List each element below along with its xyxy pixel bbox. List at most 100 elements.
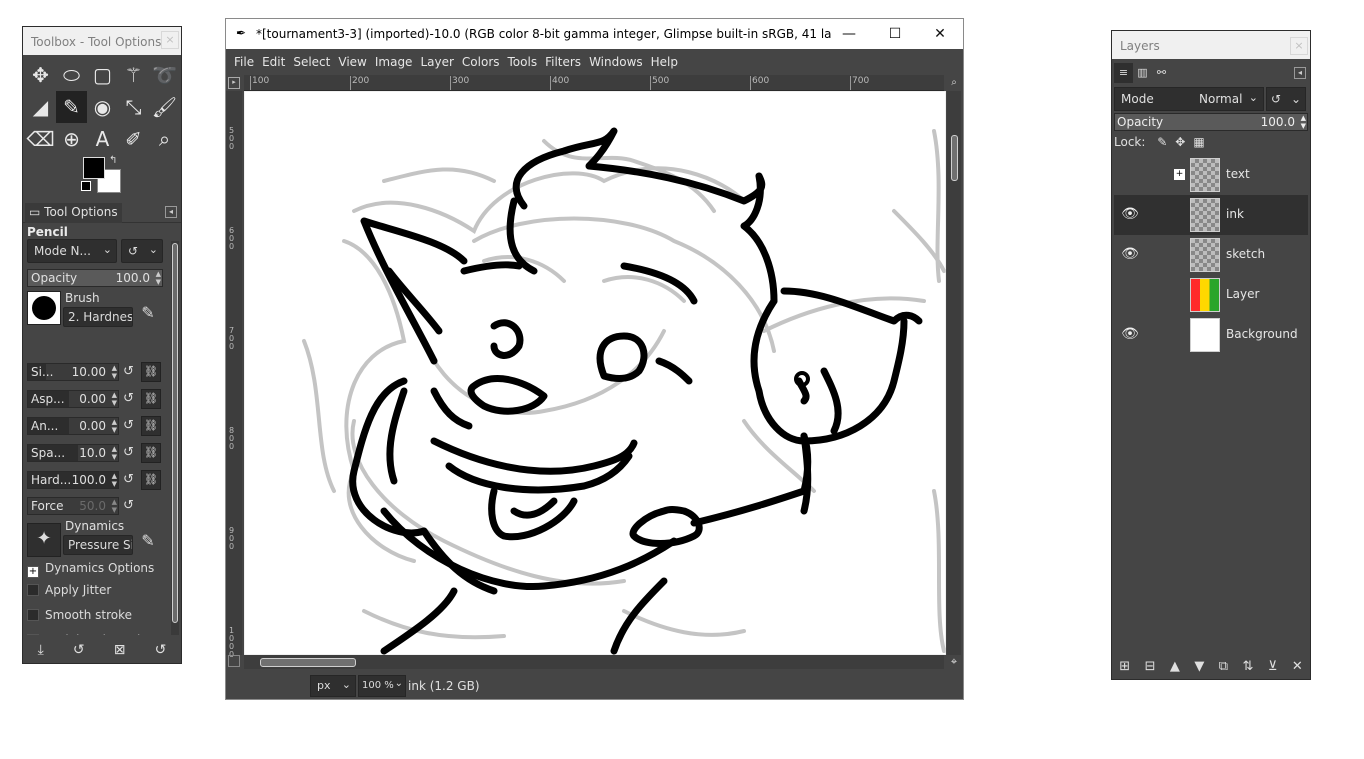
layers-titlebar[interactable]: Layers × (1112, 31, 1310, 59)
toolbox-close-button[interactable]: × (161, 31, 179, 49)
option-checkbox[interactable]: Smooth stroke (27, 608, 132, 622)
navigate-icon[interactable]: ⌖ (947, 655, 961, 669)
spin-icon[interactable]: ▲ ▼ (112, 391, 117, 407)
reset-icon[interactable]: ↺ (123, 391, 134, 406)
menu-select[interactable]: Select (289, 49, 334, 75)
reset-icon[interactable]: ↺ (123, 364, 134, 379)
layer-row[interactable]: 👁 sketch (1114, 235, 1308, 275)
restore-preset-icon[interactable]: ↺ (73, 642, 85, 658)
paint-blob-icon[interactable]: ◉ (87, 91, 118, 123)
layer-opacity-slider[interactable]: Opacity 100.0 ▲ ▼ (1114, 113, 1308, 131)
new-group-icon[interactable]: ⊟ (1145, 659, 1156, 674)
spin-icon[interactable]: ▲ ▼ (1301, 114, 1306, 130)
brush-param-slider[interactable]: Hard... 100.0 ▲ ▼ (27, 471, 119, 489)
layers-tab-menu-icon[interactable]: ◂ (1294, 67, 1306, 79)
horizontal-ruler[interactable]: 100 200 300 400 500 600 700 (244, 75, 944, 91)
brush-param-slider[interactable]: Asp... 0.00 ▲ ▼ (27, 390, 119, 408)
layer-row[interactable]: 👁 Background (1114, 315, 1308, 355)
reset-icon[interactable]: ↺ (123, 472, 134, 487)
duplicate-layer-icon[interactable]: ⧉ (1219, 659, 1228, 674)
menu-edit[interactable]: Edit (258, 49, 289, 75)
spin-icon[interactable]: ▲ ▼ (156, 270, 161, 286)
minimize-button[interactable]: — (826, 19, 872, 49)
tab-tool-options[interactable]: ▭ Tool Options (25, 203, 122, 223)
option-checkbox[interactable]: Lock brush to view (27, 633, 158, 635)
visibility-eye-icon[interactable] (1118, 286, 1142, 304)
zoom-select[interactable]: 100 % ⌄ (358, 675, 406, 697)
anchor-layer-icon[interactable]: ⇅ (1243, 659, 1254, 674)
layer-row[interactable]: Layer (1114, 275, 1308, 315)
visibility-eye-icon[interactable]: 👁 (1118, 326, 1142, 344)
menu-windows[interactable]: Windows (585, 49, 647, 75)
color-picker-icon[interactable]: ✐ (118, 123, 149, 155)
tool-options-scrollbar[interactable] (171, 241, 179, 635)
vertical-scrollbar[interactable] (947, 91, 961, 655)
layer-mode-select[interactable]: Mode Normal ⌄ (1114, 87, 1264, 111)
dynamics-field[interactable]: Pressure Si (63, 535, 133, 555)
vertical-ruler[interactable]: 500 600 700 800 900 1000 (226, 91, 242, 659)
merge-layer-icon[interactable]: ⊻ (1268, 659, 1278, 674)
text-tool-icon[interactable]: A (87, 123, 118, 155)
link-icon[interactable]: ⛓ (141, 389, 161, 409)
menu-view[interactable]: View (334, 49, 370, 75)
ellipse-select-icon[interactable]: ⬭ (56, 59, 87, 91)
image-titlebar[interactable]: ✒ *[tournament3-3] (imported)-10.0 (RGB … (226, 19, 963, 49)
edit-brush-icon[interactable]: ✎ (137, 303, 159, 325)
zoom-tool-icon[interactable]: ⌕ (149, 123, 180, 155)
move-tool-icon[interactable]: ✥ (25, 59, 56, 91)
layer-row[interactable]: 👁 ink (1114, 195, 1308, 235)
horizontal-scrollbar[interactable] (244, 655, 944, 669)
layer-mode-reset[interactable]: ↺ ⌄ (1266, 87, 1306, 111)
layers-close-button[interactable]: × (1290, 37, 1308, 55)
transform-icon[interactable]: ⤡ (118, 91, 149, 123)
swap-colors-icon[interactable]: ↰ (109, 155, 117, 166)
dynamics-options-expander[interactable]: + Dynamics Options (27, 561, 154, 578)
dynamics-preview-icon[interactable]: ✦ (27, 523, 61, 557)
lock-pixels-icon[interactable]: ✎ (1157, 135, 1167, 149)
default-colors-icon[interactable] (81, 181, 91, 191)
link-icon[interactable]: ⛓ (141, 443, 161, 463)
spin-icon[interactable]: ▲ ▼ (112, 418, 117, 434)
maximize-button[interactable]: ☐ (872, 19, 918, 49)
spin-icon[interactable]: ▲ ▼ (112, 472, 117, 488)
mode-reset-combo[interactable]: ↺ ⌄ (121, 239, 163, 263)
reset-icon[interactable]: ↺ (123, 418, 134, 433)
layers-tab-icon[interactable]: ≡ (1114, 63, 1133, 83)
link-icon[interactable]: ⛓ (141, 470, 161, 490)
delete-preset-icon[interactable]: ⊠ (114, 642, 126, 658)
menu-colors[interactable]: Colors (458, 49, 504, 75)
reset-options-icon[interactable]: ↺ (155, 642, 167, 658)
unit-select[interactable]: px ⌄ (310, 675, 356, 697)
force-slider[interactable]: Force 50.0 ▲ ▼ (27, 497, 119, 515)
bucket-fill-icon[interactable]: ◢ (25, 91, 56, 123)
chain-link-icon[interactable]: + (1174, 169, 1185, 180)
link-icon[interactable]: ⛓ (141, 416, 161, 436)
link-icon[interactable]: ⛓ (141, 362, 161, 382)
eraser-icon[interactable]: ⌫ (25, 123, 56, 155)
lock-position-icon[interactable]: ✥ (1175, 135, 1185, 149)
opacity-slider[interactable]: Opacity 100.0 ▲ ▼ (27, 269, 163, 287)
spin-icon[interactable]: ▲ ▼ (112, 364, 117, 380)
save-preset-icon[interactable]: ⤓ (38, 642, 44, 658)
foreground-color-swatch[interactable] (83, 157, 105, 179)
mode-select[interactable]: Mode N... ⌄ (27, 239, 117, 263)
image-canvas[interactable] (244, 91, 946, 655)
pencil-tool-icon[interactable]: ✎ (56, 91, 87, 123)
paintbrush-icon[interactable]: 🖌 (149, 91, 180, 123)
quick-mask-toggle[interactable] (228, 655, 240, 667)
channels-tab-icon[interactable]: ▥ (1133, 63, 1152, 83)
menu-tools[interactable]: Tools (504, 49, 542, 75)
close-button[interactable]: ✕ (917, 19, 963, 49)
clone-icon[interactable]: ⊕ (56, 123, 87, 155)
spin-icon[interactable]: ▲ ▼ (112, 498, 117, 514)
tab-menu-icon[interactable]: ◂ (165, 206, 177, 218)
visibility-eye-icon[interactable]: 👁 (1118, 206, 1142, 224)
brush-param-slider[interactable]: Spa... 10.0 ▲ ▼ (27, 444, 119, 462)
layer-row[interactable]: + text (1114, 155, 1308, 195)
lower-layer-icon[interactable]: ▼ (1194, 659, 1204, 674)
force-reset-icon[interactable]: ↺ (123, 498, 134, 513)
free-select-icon[interactable]: ➰ (149, 59, 180, 91)
delete-layer-icon[interactable]: ✕ (1292, 659, 1303, 674)
menu-image[interactable]: Image (371, 49, 417, 75)
brush-param-slider[interactable]: Si... 10.00 ▲ ▼ (27, 363, 119, 381)
